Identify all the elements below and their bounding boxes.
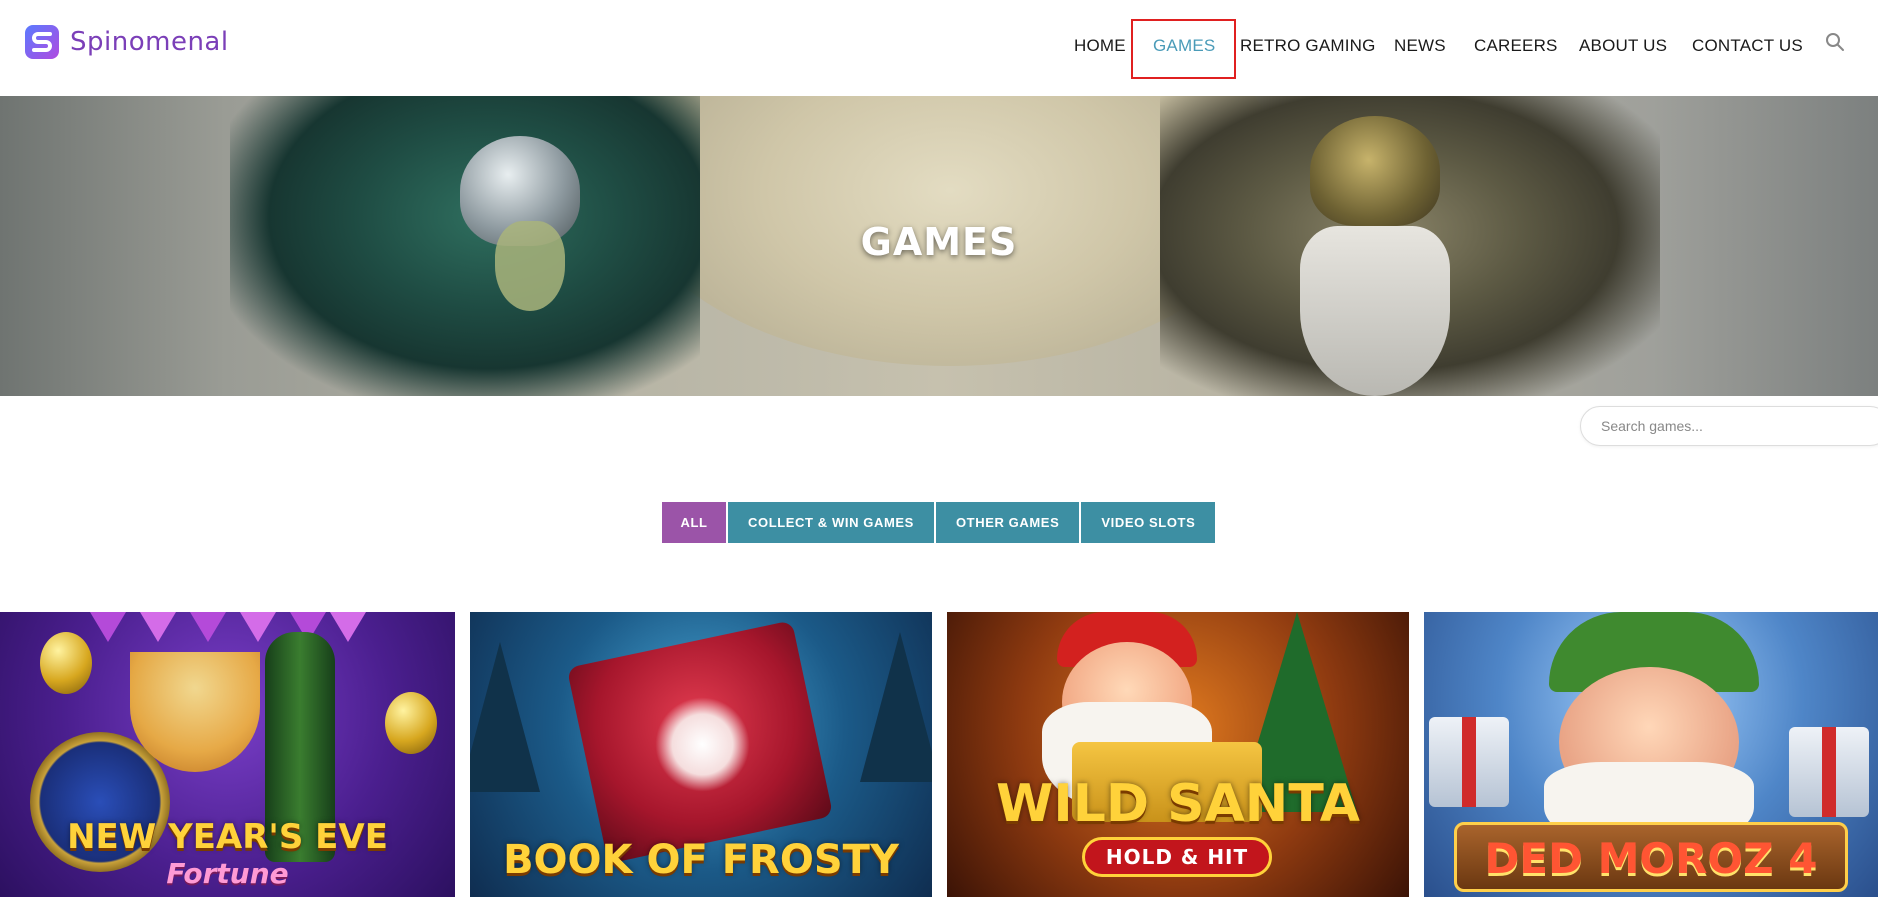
logo-icon <box>25 25 59 59</box>
gift-box <box>1789 727 1869 817</box>
nav-retro-gaming[interactable]: RETRO GAMING <box>1240 36 1376 56</box>
logo-text: Spinomenal <box>70 27 229 57</box>
bunting-flag <box>190 612 226 642</box>
page-title: GAMES <box>860 220 1018 264</box>
logo[interactable]: Spinomenal <box>24 24 229 60</box>
search-games-input[interactable] <box>1580 406 1878 446</box>
pine-tree <box>860 632 932 782</box>
bunting-flag <box>140 612 176 642</box>
hero-banner: GAMES <box>0 96 1878 396</box>
snowflake-icon <box>655 697 750 792</box>
game-title: BOOK OF FROSTY <box>503 837 899 883</box>
bunting-flag <box>330 612 366 642</box>
ribbon <box>1822 727 1836 817</box>
balloon-icon <box>385 692 437 754</box>
bunting-flag <box>90 612 126 642</box>
game-tile-new-years-eve[interactable]: NEW YEAR'S EVE Fortune <box>0 612 455 897</box>
game-tile-wild-santa[interactable]: WILD SANTA HOLD & HIT <box>947 612 1409 897</box>
game-tile-ded-moroz-4[interactable]: DED MOROZ 4 <box>1424 612 1878 897</box>
game-title: DED MOROZ 4 <box>1484 834 1818 883</box>
gift-box <box>1429 717 1509 807</box>
nav-home[interactable]: HOME <box>1074 36 1126 56</box>
bunting-flag <box>240 612 276 642</box>
hero-helmet-right <box>1310 116 1440 226</box>
ribbon <box>1462 717 1476 807</box>
nav-about-us[interactable]: ABOUT US <box>1579 36 1667 56</box>
filter-other-games-button[interactable]: OTHER GAMES <box>935 502 1080 543</box>
pine-tree <box>470 642 540 792</box>
game-title: WILD SANTA <box>996 774 1360 834</box>
filter-bar: ALL COLLECT & WIN GAMES OTHER GAMES VIDE… <box>662 502 1216 543</box>
active-nav-highlight <box>1131 19 1236 79</box>
balloon-icon <box>40 632 92 694</box>
game-title: NEW YEAR'S EVE <box>67 817 388 857</box>
search-icon[interactable] <box>1824 31 1846 53</box>
cocktail-icon <box>130 652 260 772</box>
nav-news[interactable]: NEWS <box>1394 36 1446 56</box>
nav-careers[interactable]: CAREERS <box>1474 36 1558 56</box>
filter-collect-win-button[interactable]: COLLECT & WIN GAMES <box>728 502 934 543</box>
game-subtitle: Fortune <box>166 857 289 890</box>
game-tile-book-of-frosty[interactable]: BOOK OF FROSTY <box>470 612 932 897</box>
nav-contact-us[interactable]: CONTACT US <box>1692 36 1803 56</box>
filter-all-button[interactable]: ALL <box>662 502 726 543</box>
filter-video-slots-button[interactable]: VIDEO SLOTS <box>1081 502 1216 543</box>
game-badge: HOLD & HIT <box>1082 837 1272 877</box>
site-header: Spinomenal HOME GAMES RETRO GAMING NEWS … <box>0 0 1878 96</box>
